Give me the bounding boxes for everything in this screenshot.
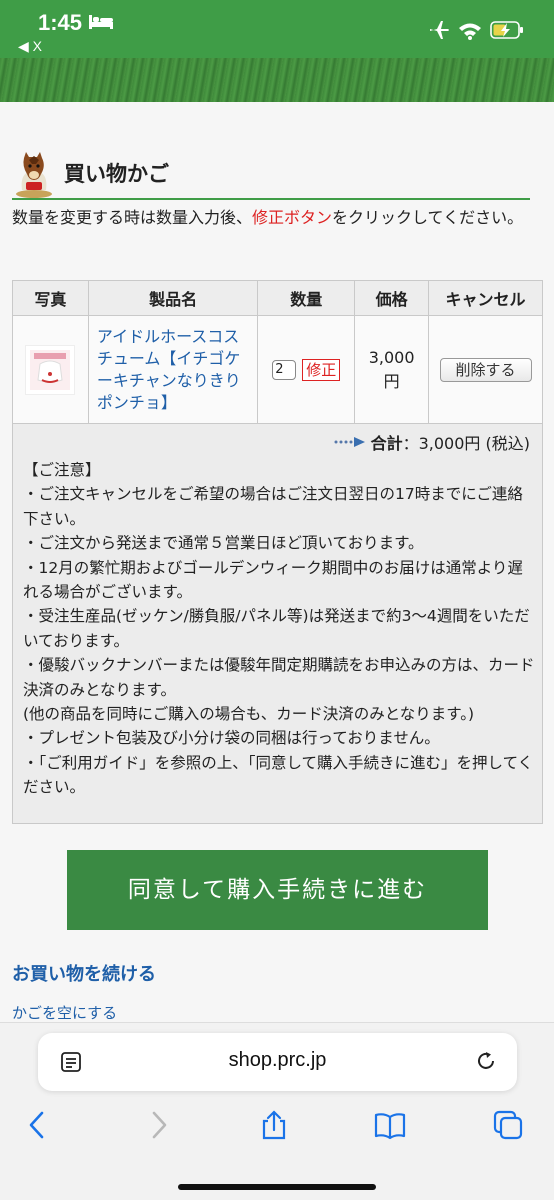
- back-icon[interactable]: [22, 1109, 54, 1141]
- notice-item: ・「ご利用ガイド」を参照の上、「同意して購入手続きに進む」を押してください。: [23, 753, 534, 797]
- cancel-cell: 削除する: [428, 315, 543, 424]
- instruction-text-a: 数量を変更する時は数量入力後、: [12, 208, 253, 227]
- continue-shopping-link[interactable]: お買い物を続ける: [12, 960, 156, 986]
- arrow-right-icon: [334, 437, 365, 447]
- item-price: 3,000円: [368, 347, 415, 391]
- cart-table-header-row: 写真 製品名 数量 価格 キャンセル: [12, 280, 543, 316]
- share-icon[interactable]: [258, 1109, 290, 1141]
- sleep-focus-icon: [89, 15, 113, 29]
- table-row: アイドルホースコスチューム【イチゴケーキチャンなりきりポンチョ】 2 修正 3,0…: [12, 315, 543, 424]
- price-cell: 3,000円: [354, 315, 430, 424]
- forward-icon[interactable]: [142, 1109, 174, 1141]
- horse-mascot-icon: [16, 152, 52, 198]
- header-photo: 写真: [12, 280, 89, 316]
- notice-item: 【ご注意】: [23, 461, 101, 479]
- reload-icon[interactable]: [475, 1050, 497, 1072]
- page-content: 買い物かご 数量を変更する時は数量入力後、修正ボタンをクリックしてください。 写…: [0, 102, 554, 1022]
- notice-list: 【ご注意】 ・ご注文キャンセルをご希望の場合はご注文日翌日の17時までにご連絡下…: [23, 458, 538, 800]
- header-product-name: 製品名: [87, 280, 259, 316]
- header-price: 価格: [354, 280, 430, 316]
- tabs-icon[interactable]: [492, 1109, 524, 1141]
- notice-item: ・プレゼント包装及び小分け袋の同梱は行っておりません。: [23, 729, 440, 748]
- notice-item: ・優駿バックナンバーまたは優駿年間定期購読をお申込みの方は、カード決済のみとなり…: [23, 656, 535, 699]
- poncho-image-icon: [30, 349, 71, 390]
- product-name-link[interactable]: アイドルホースコスチューム【イチゴケーキチャンなりきりポンチョ】: [89, 326, 257, 414]
- airplane-mode-icon: [430, 21, 449, 39]
- address-bar[interactable]: shop.prc.jp: [38, 1033, 517, 1091]
- back-to-app-link[interactable]: ◀ X: [18, 38, 42, 55]
- empty-cart-link[interactable]: かごを空にする: [12, 1002, 117, 1023]
- bookmarks-icon[interactable]: [374, 1109, 406, 1141]
- page-title: 買い物かご: [64, 162, 169, 186]
- notice-item: ・ご注文から発送まで通常５営業日ほど頂いております。: [23, 534, 424, 553]
- order-total: 合計 ：3,000円 (税込): [333, 430, 530, 454]
- cart-table: 写真 製品名 数量 価格 キャンセル アイドルホースコスチューム【イチゴケーキチ…: [12, 280, 543, 424]
- header-quantity: 数量: [257, 280, 356, 316]
- product-photo-cell: [12, 315, 89, 424]
- notice-item: ・受注生産品(ゼッケン/勝負服/パネル等)は発送まで約3～4週間をいただいており…: [23, 607, 530, 650]
- wifi-icon: [459, 23, 481, 40]
- product-thumbnail[interactable]: [25, 344, 76, 395]
- agree-and-checkout-button[interactable]: 同意して購入手続きに進む: [67, 850, 488, 930]
- notice-item: ・12月の繁忙期およびゴールデンウィーク期間中のお届けは通常より遅れる場合がござ…: [23, 558, 523, 602]
- fix-quantity-button[interactable]: 修正: [302, 358, 341, 381]
- instruction-text-b: をクリックしてください。: [332, 208, 524, 227]
- notice-item: ・ご注文キャンセルをご希望の場合はご注文日翌日の17時までにご連絡下さい。: [23, 485, 523, 528]
- total-value: ：3,000円 (税込): [402, 434, 530, 453]
- quantity-cell: 2 修正: [257, 315, 356, 424]
- site-header-banner: [0, 58, 554, 102]
- status-time: 1:45: [38, 10, 83, 35]
- url-text: shop.prc.jp: [228, 1049, 327, 1071]
- quantity-instruction: 数量を変更する時は数量入力後、修正ボタンをクリックしてください。: [12, 206, 532, 230]
- browser-toolbar: shop.prc.jp: [0, 1022, 554, 1200]
- cart-heading: 買い物かご: [12, 146, 530, 200]
- total-label: 合計: [370, 434, 403, 453]
- notice-item: (他の商品を同時にご購入の場合も、カード決済のみとなります。): [23, 705, 475, 724]
- quantity-input[interactable]: 2: [272, 359, 297, 380]
- battery-icon: [490, 21, 523, 39]
- status-bar: 1:45 ◀ X: [0, 0, 554, 58]
- home-indicator: [178, 1184, 376, 1190]
- notes-box: 合計 ：3,000円 (税込) 【ご注意】 ・ご注文キャンセルをご希望の場合はご…: [12, 424, 543, 824]
- delete-item-button[interactable]: 削除する: [439, 357, 532, 382]
- product-name-cell: アイドルホースコスチューム【イチゴケーキチャンなりきりポンチョ】: [87, 315, 259, 424]
- header-cancel: キャンセル: [428, 280, 543, 316]
- instruction-fix-button-text: 修正ボタン: [252, 208, 333, 227]
